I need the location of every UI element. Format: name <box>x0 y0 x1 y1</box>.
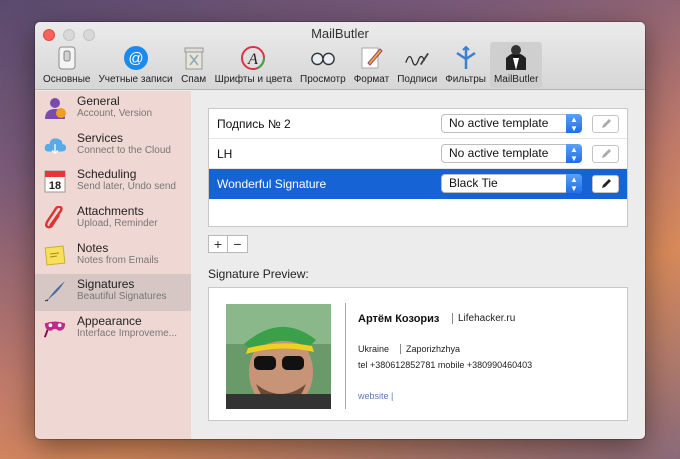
filter-icon <box>453 45 479 71</box>
pencil-paper-icon <box>358 45 384 71</box>
signature-row-selected[interactable]: Wonderful Signature Black Tie ▲ ▼ <box>209 169 627 199</box>
user-icon <box>43 96 67 120</box>
signature-pen-icon <box>404 45 430 71</box>
titlebar: MailButler Основные @ Учетные записи Спа… <box>35 22 645 90</box>
sidebar-item-notes[interactable]: Notes Notes from Emails <box>35 238 191 275</box>
signature-preview: Артём Козориз Lifehacker.ru Ukraine Zapo… <box>208 287 628 421</box>
toolbar-item-format[interactable]: Формат <box>350 42 394 88</box>
pencil-icon <box>601 179 611 188</box>
signature-person-name: Артём Козориз <box>358 313 440 325</box>
sidebar-item-attachments[interactable]: Attachments Upload, Reminder <box>35 201 191 238</box>
calendar-icon: 18 <box>43 169 67 193</box>
signature-city: Zaporizhzhya <box>400 344 460 354</box>
svg-text:A: A <box>247 51 258 68</box>
svg-text:@: @ <box>128 50 143 67</box>
edit-signature-button[interactable] <box>592 115 619 133</box>
toolbar-item-view[interactable]: Просмотр <box>296 42 350 88</box>
toolbar-item-fonts-colors[interactable]: A Шрифты и цвета <box>211 42 296 88</box>
toolbar-item-filters[interactable]: Фильтры <box>441 42 490 88</box>
signature-country: Ukraine <box>358 344 390 354</box>
chevron-updown-icon: ▲ ▼ <box>566 114 582 133</box>
signature-row[interactable]: Подпись № 2 No active template ▲ ▼ <box>209 109 627 139</box>
chevron-updown-icon: ▲ ▼ <box>566 144 582 163</box>
template-select[interactable]: No active template ▲ ▼ <box>441 144 582 163</box>
at-sign-icon: @ <box>123 45 149 71</box>
window-title: MailButler <box>311 26 369 41</box>
toolbar-item-general[interactable]: Основные <box>39 42 94 88</box>
sidebar-item-appearance[interactable]: Appearance Interface Improveme... <box>35 311 191 348</box>
sidebar-item-services[interactable]: Services Connect to the Cloud <box>35 128 191 165</box>
signature-company: Lifehacker.ru <box>452 313 515 324</box>
avatar <box>226 304 331 409</box>
chevron-updown-icon: ▲ ▼ <box>566 174 582 193</box>
sticky-note-icon <box>43 243 67 267</box>
template-select[interactable]: No active template ▲ ▼ <box>441 114 582 133</box>
sidebar-item-scheduling[interactable]: 18 Scheduling Send later, Undo send <box>35 164 191 201</box>
template-select[interactable]: Black Tie ▲ ▼ <box>441 174 582 193</box>
toolbar-item-mailbutler[interactable]: MailButler <box>489 42 543 88</box>
sidebar-item-signatures[interactable]: Signatures Beautiful Signatures <box>35 274 191 312</box>
remove-signature-button[interactable]: − <box>228 235 248 253</box>
cloud-icon <box>43 133 67 157</box>
signatures-pane: Подпись № 2 No active template ▲ ▼ LH No … <box>191 91 645 439</box>
signature-row[interactable]: LH No active template ▲ ▼ <box>209 139 627 169</box>
signatures-list: Подпись № 2 No active template ▲ ▼ LH No … <box>208 108 628 227</box>
sidebar-item-general[interactable]: General Account, Version <box>35 91 191 128</box>
signature-website-link[interactable]: website | <box>358 391 393 401</box>
toolbar: Основные @ Учетные записи Спам A Шрифты … <box>39 42 543 88</box>
add-remove-controls: + − <box>208 235 248 253</box>
quill-pen-icon <box>43 279 67 303</box>
sidebar: General Account, Version Services Connec… <box>35 91 191 439</box>
preview-label: Signature Preview: <box>208 267 309 281</box>
svg-text:18: 18 <box>49 180 61 192</box>
toolbar-item-signatures[interactable]: Подписи <box>393 42 441 88</box>
mask-icon <box>43 316 67 340</box>
spam-trash-icon <box>181 45 207 71</box>
signature-phones: tel +380612852781 mobile +380990460403 <box>358 360 533 370</box>
edit-signature-button[interactable] <box>592 175 619 193</box>
preferences-window: MailButler Основные @ Учетные записи Спа… <box>35 22 645 439</box>
toolbar-item-spam[interactable]: Спам <box>177 42 211 88</box>
pencil-icon <box>601 149 611 158</box>
paperclip-icon <box>43 206 67 230</box>
butler-icon <box>503 45 529 71</box>
add-signature-button[interactable]: + <box>208 235 228 253</box>
edit-signature-button[interactable] <box>592 145 619 163</box>
toolbar-item-accounts[interactable]: @ Учетные записи <box>94 42 176 88</box>
pencil-icon <box>601 119 611 128</box>
fonts-colors-icon: A <box>240 45 266 71</box>
preview-divider <box>345 303 346 409</box>
general-switch-icon <box>54 45 80 71</box>
glasses-icon <box>310 45 336 71</box>
